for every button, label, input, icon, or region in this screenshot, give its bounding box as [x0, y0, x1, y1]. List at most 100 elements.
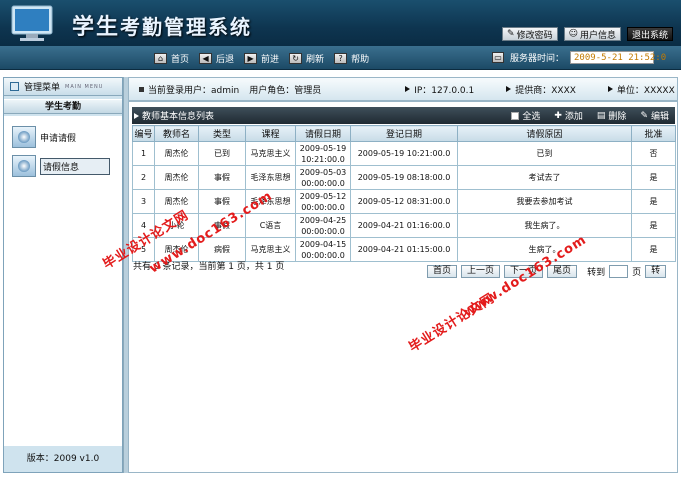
leave-table: 编号 教师名 类型 课程 请假日期 登记日期 请假原因 批准 1 周杰伦 已到 … — [132, 125, 676, 262]
table-row[interactable]: 4 小轮 事假 C语言 2009-04-25 00:00:00.0 2009-0… — [132, 213, 676, 238]
bullet-icon — [139, 86, 144, 92]
table-cell: 我生病了。 — [457, 213, 632, 238]
table-cell: 病假 — [198, 237, 246, 262]
table-cell: 是 — [631, 165, 676, 190]
nav-help[interactable]: ? 帮助 — [334, 52, 369, 65]
home-icon: ⌂ — [154, 53, 167, 64]
go-button[interactable]: 转 — [645, 265, 667, 278]
column-header[interactable]: 请假日期 — [295, 125, 351, 142]
table-cell: 2 — [132, 165, 155, 190]
prev-page-button[interactable]: 上一页 — [461, 265, 501, 278]
edit-button[interactable]: ✎ 编辑 — [640, 109, 669, 123]
key-icon: ✎ — [507, 29, 515, 39]
refresh-icon: ↻ — [289, 53, 303, 64]
last-page-button[interactable]: 尾页 — [547, 265, 578, 278]
help-icon: ? — [334, 53, 348, 64]
sidebar-item-leave-info[interactable]: 请假信息 — [12, 155, 110, 177]
nav-home[interactable]: ⌂ 首页 — [154, 52, 189, 65]
nav-bar: ⌂ 首页 ◀ 后退 ▶ 前进 ↻ 刷新 ? 帮助 ▭ 服务器时间： 2009-5-21 2… — [0, 46, 681, 70]
sidebar-header: 管理菜单 MAIN MENU — [4, 78, 122, 96]
table-cell: 生病了。 — [457, 237, 632, 262]
table-cell: 2009-05-19 10:21:00.0 — [295, 141, 351, 166]
table-cell: 事假 — [198, 165, 246, 190]
table-cell: 2009-05-12 08:31:00.0 — [350, 189, 458, 214]
table-cell: 2009-05-19 08:18:00.0 — [350, 165, 458, 190]
sidebar-item-apply-leave[interactable]: 申请请假 — [12, 126, 76, 148]
add-button[interactable]: ✚ 添加 — [554, 109, 583, 123]
table-row[interactable]: 5 周杰伦 病假 马克思主义 2009-04-15 00:00:00.0 200… — [132, 237, 676, 262]
column-header[interactable]: 批准 — [631, 125, 676, 142]
list-toolbar: 教师基本信息列表 全选 ✚ 添加 ▤ 删除 ✎ 编辑 — [132, 107, 675, 124]
checkbox-icon — [511, 111, 520, 120]
table-cell: 是 — [631, 213, 676, 238]
nav-back[interactable]: ◀ 后退 — [199, 52, 234, 65]
column-header[interactable]: 请假原因 — [457, 125, 632, 142]
column-header[interactable]: 课程 — [245, 125, 296, 142]
server-time-value: 2009-5-21 21:52:0 — [570, 51, 666, 64]
sidebar: 管理菜单 MAIN MENU 学生考勤 申请请假 请假信息 版本：2009 v1… — [3, 77, 123, 473]
table-cell: 我要去参加考试 — [457, 189, 632, 214]
version-label: 版本：2009 v1.0 — [4, 446, 122, 472]
change-password-button[interactable]: ✎ 修改密码 — [502, 27, 558, 41]
table-cell: 小轮 — [154, 213, 199, 238]
table-row[interactable]: 2 周杰伦 事假 毛泽东思想 2009-05-03 00:00:00.0 200… — [132, 165, 676, 190]
current-user: 当前登录用户：admin — [139, 83, 239, 96]
logout-button[interactable]: 退出系统 — [626, 27, 673, 41]
table-cell: 是 — [631, 189, 676, 214]
table-cell: 已到 — [457, 141, 632, 166]
table-cell: 2009-05-19 10:21:00.0 — [350, 141, 458, 166]
nav-refresh[interactable]: ↻ 刷新 — [289, 52, 324, 65]
arrow-icon — [506, 86, 512, 92]
column-header[interactable]: 类型 — [198, 125, 246, 142]
table-cell: 5 — [132, 237, 155, 262]
table-cell: 周杰伦 — [154, 189, 199, 214]
arrow-icon — [607, 86, 613, 92]
panel-title: 教师基本信息列表 — [142, 112, 215, 122]
table-cell: C语言 — [245, 213, 296, 238]
table-cell: 马克思主义 — [245, 141, 296, 166]
column-header[interactable]: 教师名 — [154, 125, 199, 142]
page-number-input[interactable] — [609, 265, 629, 278]
ip-info: IP：127.0.0.1 — [405, 83, 474, 96]
sidebar-section-attendance[interactable]: 学生考勤 — [4, 99, 122, 114]
table-cell: 2009-04-15 00:00:00.0 — [295, 237, 351, 262]
sidebar-body: 申请请假 请假信息 — [4, 116, 122, 448]
table-cell: 已到 — [198, 141, 246, 166]
table-cell: 4 — [132, 213, 155, 238]
user-info-button[interactable]: ☺ 用户信息 — [563, 27, 621, 41]
toolbar-arrow-icon — [134, 112, 139, 119]
nav-forward[interactable]: ▶ 前进 — [244, 52, 279, 65]
app-title: 学生考勤管理系统 — [72, 15, 253, 40]
pager-summary: 共有 0 条记录，当前第 1 页，共 1 页 — [133, 262, 285, 272]
table-cell: 2009-04-25 00:00:00.0 — [295, 213, 351, 238]
trash-icon: ▤ — [596, 110, 606, 121]
table-cell: 周杰伦 — [154, 141, 199, 166]
monitor-icon: ▭ — [492, 52, 504, 63]
column-header[interactable]: 登记日期 — [350, 125, 458, 142]
table-cell: 2009-04-21 01:15:00.0 — [350, 237, 458, 262]
table-cell: 毛泽东思想 — [245, 165, 296, 190]
menu-icon — [10, 82, 19, 91]
select-all-button[interactable]: 全选 — [511, 109, 540, 122]
back-arrow-icon: ◀ — [199, 53, 213, 64]
next-page-button[interactable]: 下一页 — [504, 265, 544, 278]
delete-button[interactable]: ▤ 删除 — [596, 109, 627, 123]
table-cell: 2009-05-12 00:00:00.0 — [295, 189, 351, 214]
app-header: 学生考勤管理系统 ✎ 修改密码 ☺ 用户信息 退出系统 — [0, 0, 681, 46]
provider-info: 提供商：XXXX — [506, 83, 576, 96]
table-row[interactable]: 1 周杰伦 已到 马克思主义 2009-05-19 10:21:00.0 200… — [132, 141, 676, 166]
apply-leave-icon — [12, 126, 36, 148]
server-time: ▭ 服务器时间： 2009-5-21 21:52:0 — [492, 51, 666, 64]
unit-info: 单位：XXXXX — [607, 83, 675, 96]
table-cell: 马克思主义 — [245, 237, 296, 262]
info-bar: 当前登录用户：admin 用户角色：管理员 IP：127.0.0.1 提供商：X… — [128, 77, 678, 101]
column-header[interactable]: 编号 — [132, 125, 155, 142]
plus-icon: ✚ — [554, 110, 562, 121]
table-cell: 毛泽东思想 — [245, 189, 296, 214]
leave-info-icon — [12, 155, 36, 177]
table-row[interactable]: 3 周杰伦 事假 毛泽东思想 2009-05-12 00:00:00.0 200… — [132, 189, 676, 214]
table-cell: 周杰伦 — [154, 237, 199, 262]
first-page-button[interactable]: 首页 — [427, 265, 458, 278]
user-role: 用户角色：管理员 — [249, 85, 322, 96]
table-cell: 1 — [132, 141, 155, 166]
